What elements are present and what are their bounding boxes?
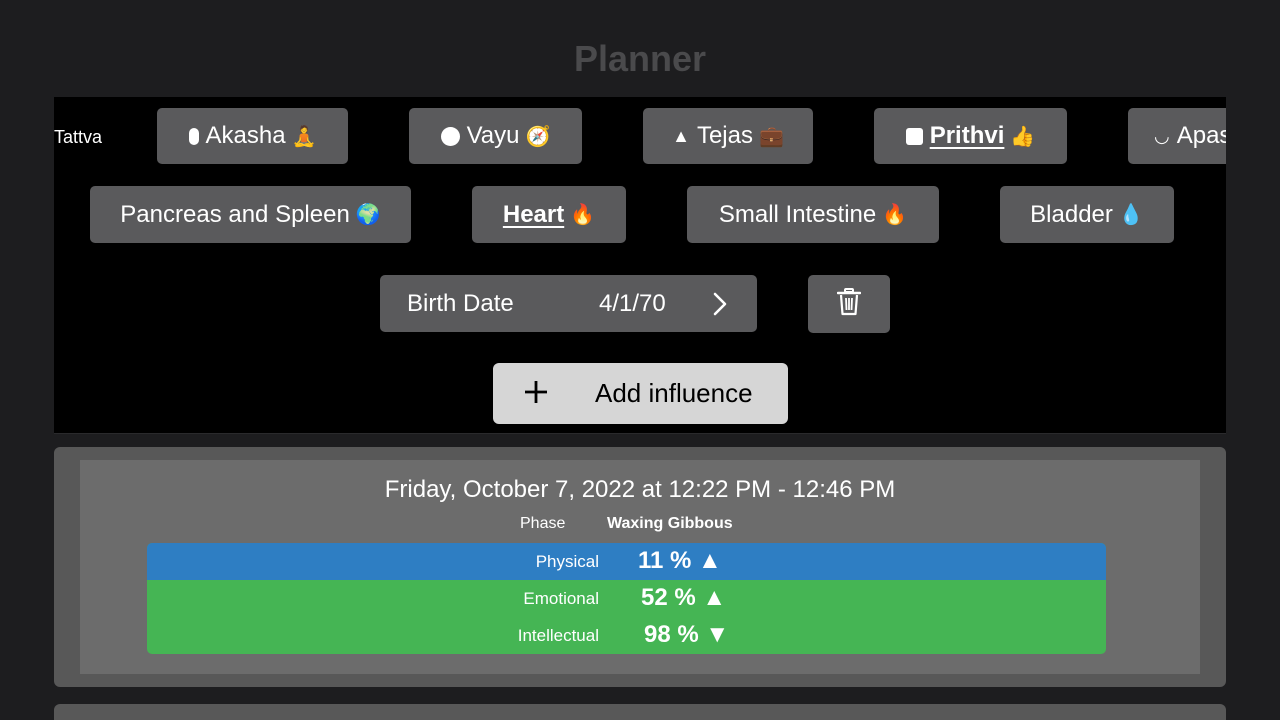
- organ-heart-button[interactable]: Heart 🔥: [472, 186, 626, 243]
- compass-icon: 🧭: [525, 125, 551, 148]
- planner-card[interactable]: Friday, October 7, 2022 at 12:22 PM - 12…: [54, 447, 1226, 687]
- chevron-right-icon: [712, 291, 728, 324]
- biorhythm-intellectual-label: Intellectual: [517, 626, 599, 645]
- organ-pancreas-spleen-button[interactable]: Pancreas and Spleen 🌍: [90, 186, 411, 243]
- organ-pancreas-spleen-label: Pancreas and Spleen: [120, 200, 350, 228]
- thumbs-up-icon: 👍: [1010, 125, 1036, 148]
- phase-label: Phase: [520, 515, 566, 532]
- biorhythm-physical-row: Physical 11 % ▲: [147, 543, 1106, 580]
- briefcase-icon: 💼: [758, 125, 784, 148]
- organ-heart-label: Heart: [502, 200, 565, 228]
- phase-value: Waxing Gibbous: [607, 515, 733, 532]
- birth-date-button[interactable]: Birth Date 4/1/70: [380, 275, 757, 332]
- delete-button[interactable]: [808, 275, 890, 333]
- add-influence-button[interactable]: Add influence: [493, 363, 788, 424]
- tattva-vayu-label: Vayu: [466, 122, 520, 149]
- birth-date-value: 4/1/70: [599, 290, 666, 317]
- tejas-symbol-icon: ▲: [672, 125, 690, 146]
- tattva-tejas-button[interactable]: ▲ Tejas 💼: [643, 108, 813, 164]
- tattva-prithvi-button[interactable]: Prithvi 👍: [874, 108, 1067, 164]
- plus-icon: [523, 379, 549, 412]
- biorhythm-emotional-label: Emotional: [523, 589, 599, 608]
- tattva-prithvi-label: Prithvi: [929, 122, 1005, 149]
- meditation-icon: 🧘: [291, 125, 317, 148]
- akasha-symbol-icon: [188, 128, 199, 146]
- organ-bladder-button[interactable]: Bladder 💧: [1000, 186, 1174, 243]
- biorhythm-emotional-value: 52 % ▲: [641, 584, 727, 611]
- fire-icon: 🔥: [882, 204, 908, 226]
- tattva-apas-label: Apas: [1176, 122, 1226, 149]
- globe-icon: 🌍: [355, 204, 381, 226]
- page-title: Planner: [573, 38, 707, 79]
- tattva-label: Tattva: [54, 127, 103, 147]
- tattva-akasha-label: Akasha: [205, 122, 286, 149]
- droplet-icon: 💧: [1118, 204, 1144, 226]
- birth-date-label: Birth Date: [407, 290, 514, 317]
- fire-icon: 🔥: [570, 204, 596, 226]
- vayu-symbol-icon: [440, 127, 460, 147]
- organ-small-intestine-label: Small Intestine: [718, 200, 877, 228]
- settings-panel: Tattva Akasha 🧘 Vayu 🧭 ▲ Tejas 💼 Prithvi…: [54, 97, 1226, 433]
- planner-card-content: Friday, October 7, 2022 at 12:22 PM - 12…: [80, 460, 1200, 674]
- biorhythm-physical-label: Physical: [535, 552, 599, 571]
- card-date-range: Friday, October 7, 2022 at 12:22 PM - 12…: [384, 476, 896, 503]
- biorhythm-intellectual-value: 98 % ▼: [644, 621, 730, 648]
- biorhythm-intellectual-row: Intellectual 98 % ▼: [147, 617, 1106, 654]
- divider: [54, 433, 1226, 434]
- organ-small-intestine-button[interactable]: Small Intestine 🔥: [687, 186, 939, 243]
- trash-icon: [836, 287, 862, 321]
- organ-bladder-label: Bladder: [1030, 200, 1113, 228]
- prithvi-symbol-icon: [905, 128, 923, 146]
- tattva-akasha-button[interactable]: Akasha 🧘: [157, 108, 348, 164]
- apas-symbol-icon: ◡: [1154, 125, 1170, 146]
- biorhythm-emotional-row: Emotional 52 % ▲: [147, 580, 1106, 617]
- tattva-vayu-button[interactable]: Vayu 🧭: [409, 108, 582, 164]
- planner-card-next[interactable]: [54, 704, 1226, 720]
- tattva-apas-button[interactable]: ◡ Apas: [1128, 108, 1226, 164]
- biorhythm-bars: Physical 11 % ▲ Emotional 52 % ▲ Intelle…: [147, 543, 1106, 654]
- tattva-tejas-label: Tejas: [696, 122, 753, 149]
- biorhythm-physical-value: 11 % ▲: [638, 547, 722, 574]
- add-influence-label: Add influence: [595, 378, 753, 408]
